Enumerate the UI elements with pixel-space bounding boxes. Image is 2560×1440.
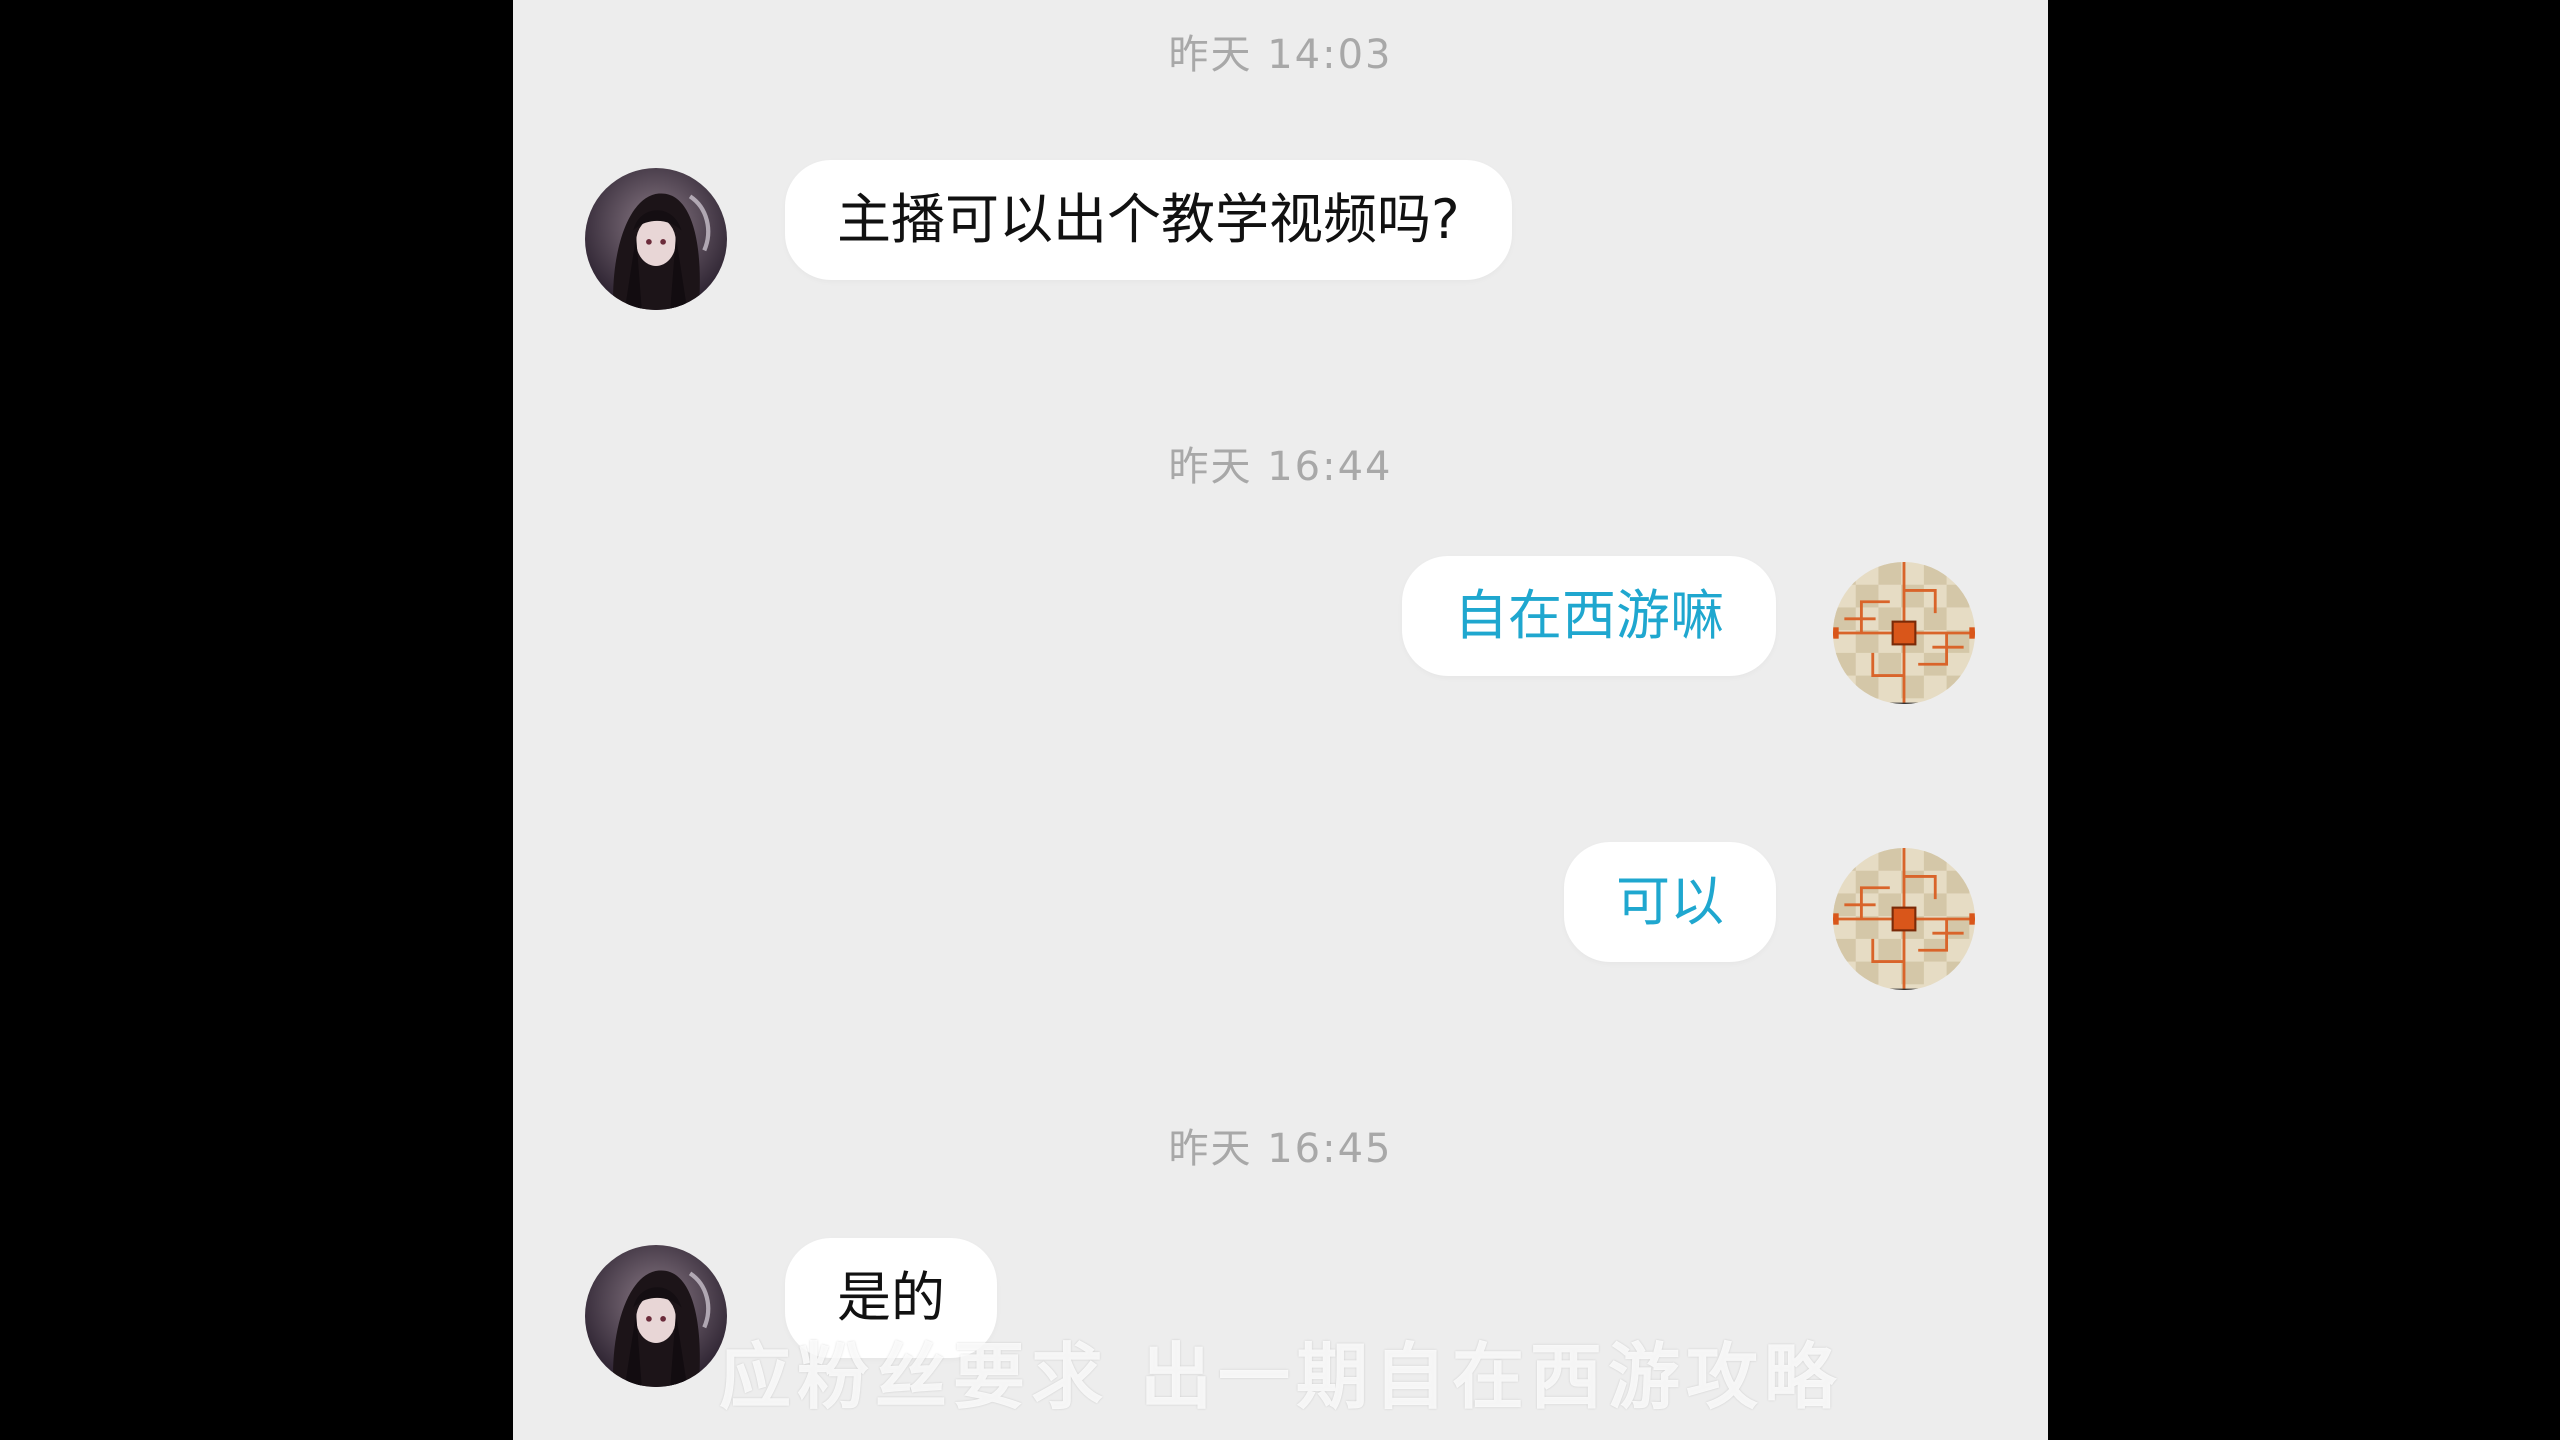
- timestamp: 昨天 16:45: [1168, 1126, 1393, 1172]
- message-bubble-incoming[interactable]: 主播可以出个教学视频吗?: [785, 160, 1512, 280]
- video-frame: 昨天 14:03 主播可以出个教学视频吗? 昨天 16:44 自在西游嘛 可以 …: [0, 0, 2560, 1440]
- circuit-board-avatar-icon: [1833, 848, 1975, 990]
- circuit-board-avatar-icon: [1833, 562, 1975, 704]
- message-bubble-outgoing[interactable]: 可以: [1564, 842, 1776, 962]
- message-bubble-outgoing[interactable]: 自在西游嘛: [1402, 556, 1776, 676]
- timestamp: 昨天 16:44: [1168, 444, 1393, 490]
- incoming-avatar[interactable]: [585, 168, 727, 310]
- anime-girl-avatar-icon: [585, 168, 727, 310]
- outgoing-avatar[interactable]: [1833, 562, 1975, 704]
- outgoing-avatar[interactable]: [1833, 848, 1975, 990]
- video-subtitle: 应粉丝要求 出一期自在西游攻略: [718, 1335, 1843, 1419]
- chat-screen: 昨天 14:03 主播可以出个教学视频吗? 昨天 16:44 自在西游嘛 可以 …: [513, 0, 2048, 1440]
- timestamp: 昨天 14:03: [1168, 32, 1393, 78]
